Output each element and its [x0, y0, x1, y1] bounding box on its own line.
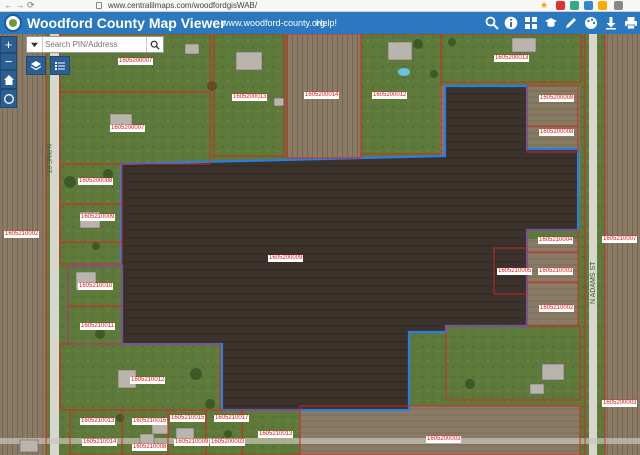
search-submit-button[interactable]	[146, 37, 163, 52]
n-pine-st-road	[50, 34, 59, 455]
locate-button[interactable]	[0, 89, 17, 108]
app-title: Woodford County Map Viewer	[27, 15, 226, 31]
search-input[interactable]	[45, 38, 145, 51]
layers-icon	[30, 60, 42, 70]
parcel-label[interactable]: 1605210010	[78, 283, 114, 290]
zoom-out-button[interactable]: −	[0, 53, 17, 70]
legend-list-button[interactable]	[50, 56, 70, 75]
parcel-label[interactable]: 1605200003	[426, 436, 462, 443]
search-source-dropdown[interactable]	[27, 37, 43, 52]
parcel-label[interactable]: 1605210012	[130, 377, 166, 384]
browser-nav-buttons[interactable]: ← → ⟳	[4, 0, 35, 11]
parcel-label[interactable]: 1605210002	[4, 231, 40, 238]
parcel-label[interactable]: 1605200013	[232, 94, 268, 101]
list-icon	[55, 61, 65, 70]
parcel-label[interactable]: 1605200008	[539, 129, 575, 136]
map-view[interactable]: N PINE ST N ADAMS ST 1605200007 16052000…	[0, 34, 640, 455]
graduation-cap-icon[interactable]	[542, 14, 559, 31]
extension-icon[interactable]	[584, 1, 593, 10]
south-field	[300, 406, 580, 455]
browser-address-bar: ← → ⟳ www.centralilmaps.com/woodfordgisW…	[0, 0, 640, 12]
parcel-label[interactable]: 1605210017	[214, 415, 250, 422]
parcel-label[interactable]: 1605200007	[110, 125, 146, 132]
parcel-label[interactable]: 1605210005	[497, 268, 533, 275]
n-adams-st-road	[589, 34, 597, 455]
lock-icon	[96, 2, 102, 9]
download-icon[interactable]	[602, 14, 619, 31]
east-field	[605, 34, 640, 455]
search-widget	[26, 36, 164, 53]
parcel-label[interactable]: 1605210008	[132, 444, 168, 451]
chevron-down-icon	[31, 42, 38, 48]
parcel-label[interactable]: 1605210015	[170, 415, 206, 422]
parcel-label[interactable]: 1605200009	[268, 255, 304, 262]
star-icon[interactable]: ★	[540, 0, 548, 11]
road-label-n-adams: N ADAMS ST	[590, 261, 597, 304]
extension-icon[interactable]	[556, 1, 565, 10]
app-header: Woodford County Map Viewer www.woodford-…	[0, 12, 640, 34]
parcel-label[interactable]: 1605210014	[82, 439, 118, 446]
pool	[398, 68, 410, 76]
road-label-n-pine: N PINE ST	[45, 144, 51, 174]
palette-icon[interactable]	[582, 14, 599, 31]
parcel-label[interactable]: 1605200008	[78, 178, 114, 185]
locate-circle-icon	[3, 93, 14, 104]
parcel-label[interactable]: 1605200003	[602, 400, 638, 407]
extension-icon[interactable]	[598, 1, 607, 10]
home-icon	[3, 74, 14, 85]
parcel-label[interactable]: 1605210011	[80, 323, 115, 330]
parcel-label[interactable]: 1605200003	[210, 439, 246, 446]
help-link[interactable]: Help!	[316, 18, 337, 28]
county-site-link[interactable]: www.woodford-county.org	[222, 18, 325, 28]
parcel-label[interactable]: 1605210003	[538, 268, 574, 275]
menu-icon[interactable]	[614, 1, 623, 10]
parcel-label[interactable]: 1605210004	[538, 237, 574, 244]
parcel-label[interactable]: 1605200013	[494, 55, 530, 62]
search-icon	[150, 40, 160, 50]
parcel-label[interactable]: 1605200014	[304, 92, 340, 99]
parcel-label[interactable]: 1605210013	[80, 418, 116, 425]
search-icon[interactable]	[483, 14, 500, 31]
parcel-label[interactable]: 1605200012	[372, 92, 408, 99]
parcel-label[interactable]: 1605210009	[174, 439, 210, 446]
parcel-label[interactable]: 1605200008	[539, 95, 575, 102]
parcel-label[interactable]: 1605210002	[539, 305, 575, 312]
browser-url[interactable]: www.centralilmaps.com/woodfordgisWAB/	[108, 1, 257, 11]
extension-icon[interactable]	[570, 1, 579, 10]
parcel-label[interactable]: 1605210009	[80, 214, 116, 221]
info-icon[interactable]	[502, 14, 519, 31]
print-icon[interactable]	[622, 14, 639, 31]
home-button[interactable]	[0, 70, 17, 89]
zoom-in-button[interactable]: +	[0, 36, 17, 53]
parcel-label[interactable]: 1605210007	[602, 236, 638, 243]
grid-icon[interactable]	[522, 14, 539, 31]
parcel-label[interactable]: 1605210013	[258, 431, 294, 438]
pencil-icon[interactable]	[562, 14, 579, 31]
county-seal-logo	[4, 14, 22, 32]
parcel-label[interactable]: 1605200007	[118, 58, 154, 65]
layers-button[interactable]	[26, 56, 46, 75]
parcel-label[interactable]: 1605210016	[132, 418, 168, 425]
